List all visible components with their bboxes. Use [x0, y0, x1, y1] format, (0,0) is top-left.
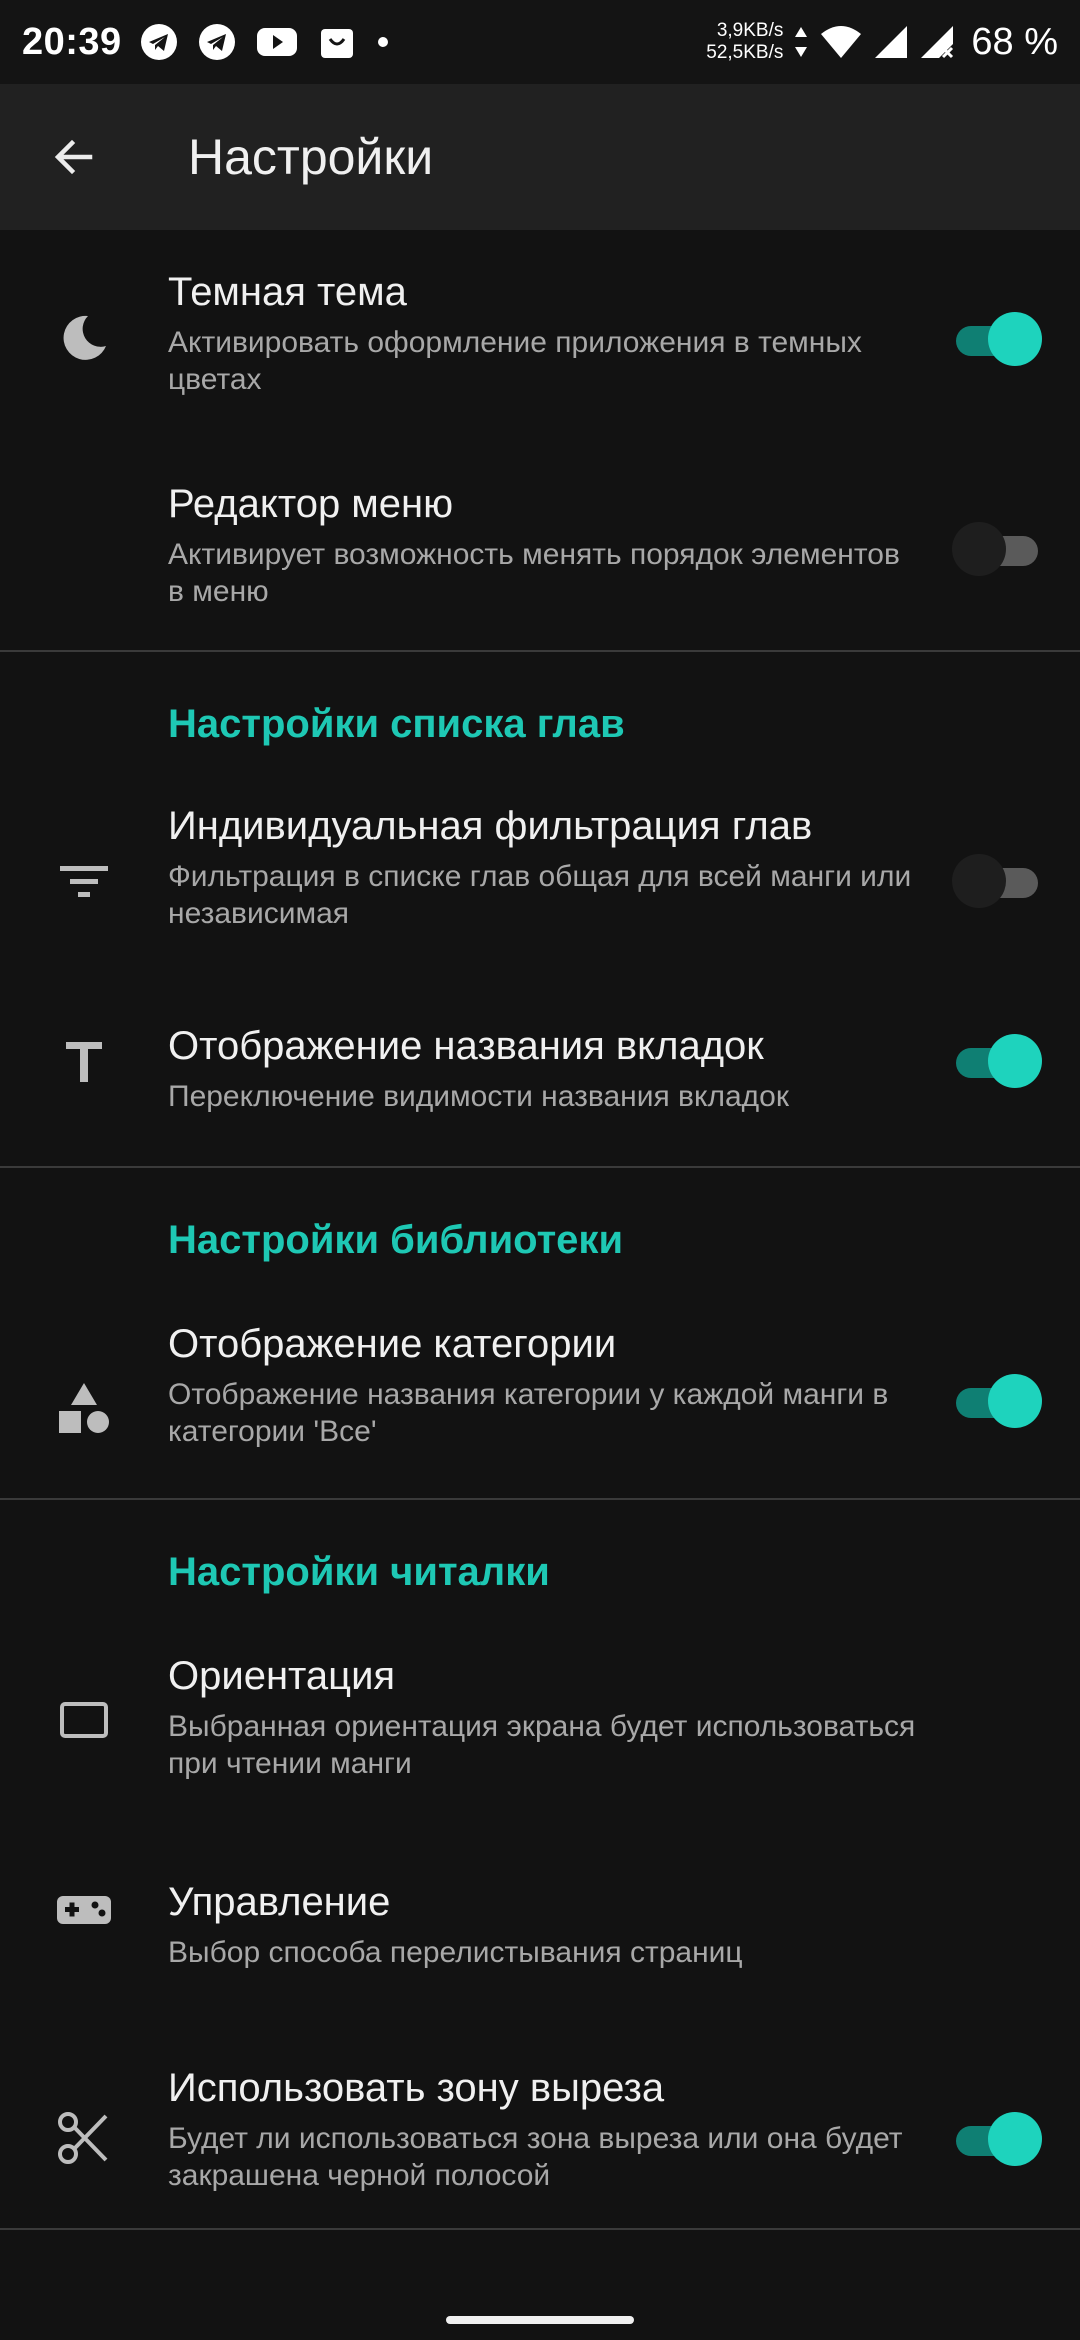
dot-icon — [377, 37, 388, 47]
pref-summary: Фильтрация в списке глав общая для всей … — [168, 860, 912, 930]
pref-title: Темная тема — [168, 270, 407, 314]
section-title: Настройки читалки — [168, 1550, 550, 1594]
status-time: 20:39 — [22, 20, 122, 63]
pref-tab-names[interactable]: Отображение названия вкладок Переключени… — [0, 982, 1080, 1166]
section-title: Настройки библиотеки — [168, 1218, 624, 1262]
pref-title: Управление — [168, 1880, 391, 1924]
page-title: Настройки — [188, 129, 434, 185]
pref-title: Отображение названия вкладок — [168, 1024, 764, 1068]
app-bar: Настройки — [0, 84, 1080, 230]
signal-no-sim-icon — [921, 26, 954, 59]
divider — [0, 2228, 1080, 2230]
status-bar: 20:39 3,9KB/s 52,5KB/s 68 % — [0, 0, 1080, 84]
gamepad-icon — [54, 1880, 114, 1940]
gesture-nav-handle[interactable] — [446, 2316, 634, 2324]
status-right: 3,9KB/s 52,5KB/s 68 % — [706, 0, 1058, 84]
tab-names-switch[interactable] — [952, 1034, 1042, 1088]
individual-filter-switch[interactable] — [952, 854, 1042, 908]
pref-title: Индивидуальная фильтрация глав — [168, 804, 813, 848]
pref-orientation[interactable]: Ориентация Выбранная ориентация экрана б… — [0, 1610, 1080, 1838]
net-down: 52,5KB/s — [706, 42, 784, 63]
pref-title: Использовать зону выреза — [168, 2066, 665, 2110]
section-title: Настройки списка глав — [168, 702, 625, 746]
pref-title: Редактор меню — [168, 482, 454, 526]
pref-summary: Будет ли использоваться зона выреза или … — [168, 2122, 903, 2192]
pref-summary: Активирует возможность менять порядок эл… — [168, 538, 900, 608]
scissors-icon — [54, 2108, 114, 2168]
net-up: 3,9KB/s — [716, 20, 784, 41]
wifi-icon — [821, 26, 862, 58]
pref-individual-filter[interactable]: Индивидуальная фильтрация глав Фильтраци… — [0, 762, 1080, 982]
pref-cutout[interactable]: Использовать зону выреза Будет ли исполь… — [0, 2028, 1080, 2228]
cutout-switch[interactable] — [952, 2112, 1042, 2166]
section-reader: Настройки читалки — [0, 1500, 1080, 1610]
pref-menu-editor[interactable]: Редактор меню Активирует возможность мен… — [0, 440, 1080, 650]
pref-summary: Активировать оформление приложения в тем… — [168, 326, 862, 396]
telegram-icon — [198, 24, 235, 60]
signal-icon — [875, 26, 908, 58]
section-chapters: Настройки списка глав — [0, 652, 1080, 762]
pref-title: Отображение категории — [168, 1322, 617, 1366]
section-library: Настройки библиотеки — [0, 1168, 1080, 1278]
settings-list: Темная тема Активировать оформление прил… — [0, 230, 1080, 2230]
pref-title: Ориентация — [168, 1654, 396, 1698]
pref-summary: Отображение названия категории у каждой … — [168, 1378, 889, 1448]
back-button[interactable] — [32, 115, 116, 199]
pref-summary: Выбор способа перелистывания страниц — [168, 1936, 743, 1969]
filter-icon — [54, 852, 114, 912]
youtube-icon — [256, 28, 297, 56]
telegram-icon — [140, 24, 177, 60]
screen-rotation-icon — [54, 1690, 114, 1750]
network-speed: 3,9KB/s 52,5KB/s — [706, 20, 783, 64]
arrow-back-icon — [54, 139, 93, 175]
pref-category-display[interactable]: Отображение категории Отображение назван… — [0, 1278, 1080, 1498]
text-icon — [54, 1032, 114, 1092]
shopping-bag-icon — [320, 29, 353, 58]
category-display-switch[interactable] — [952, 1374, 1042, 1428]
menu-editor-switch[interactable] — [952, 522, 1042, 576]
pref-dark-theme[interactable]: Темная тема Активировать оформление прил… — [0, 230, 1080, 440]
pref-controls[interactable]: Управление Выбор способа перелистывания … — [0, 1838, 1080, 2028]
moon-icon — [54, 308, 114, 368]
dark-theme-switch[interactable] — [952, 312, 1042, 366]
pref-summary: Выбранная ориентация экрана будет исполь… — [168, 1710, 916, 1780]
data-arrows-icon — [795, 27, 808, 57]
pref-summary: Переключение видимости названия вкладок — [168, 1080, 789, 1113]
battery-level: 68 % — [971, 20, 1058, 63]
shapes-icon — [54, 1378, 114, 1438]
notification-icons — [140, 23, 390, 61]
